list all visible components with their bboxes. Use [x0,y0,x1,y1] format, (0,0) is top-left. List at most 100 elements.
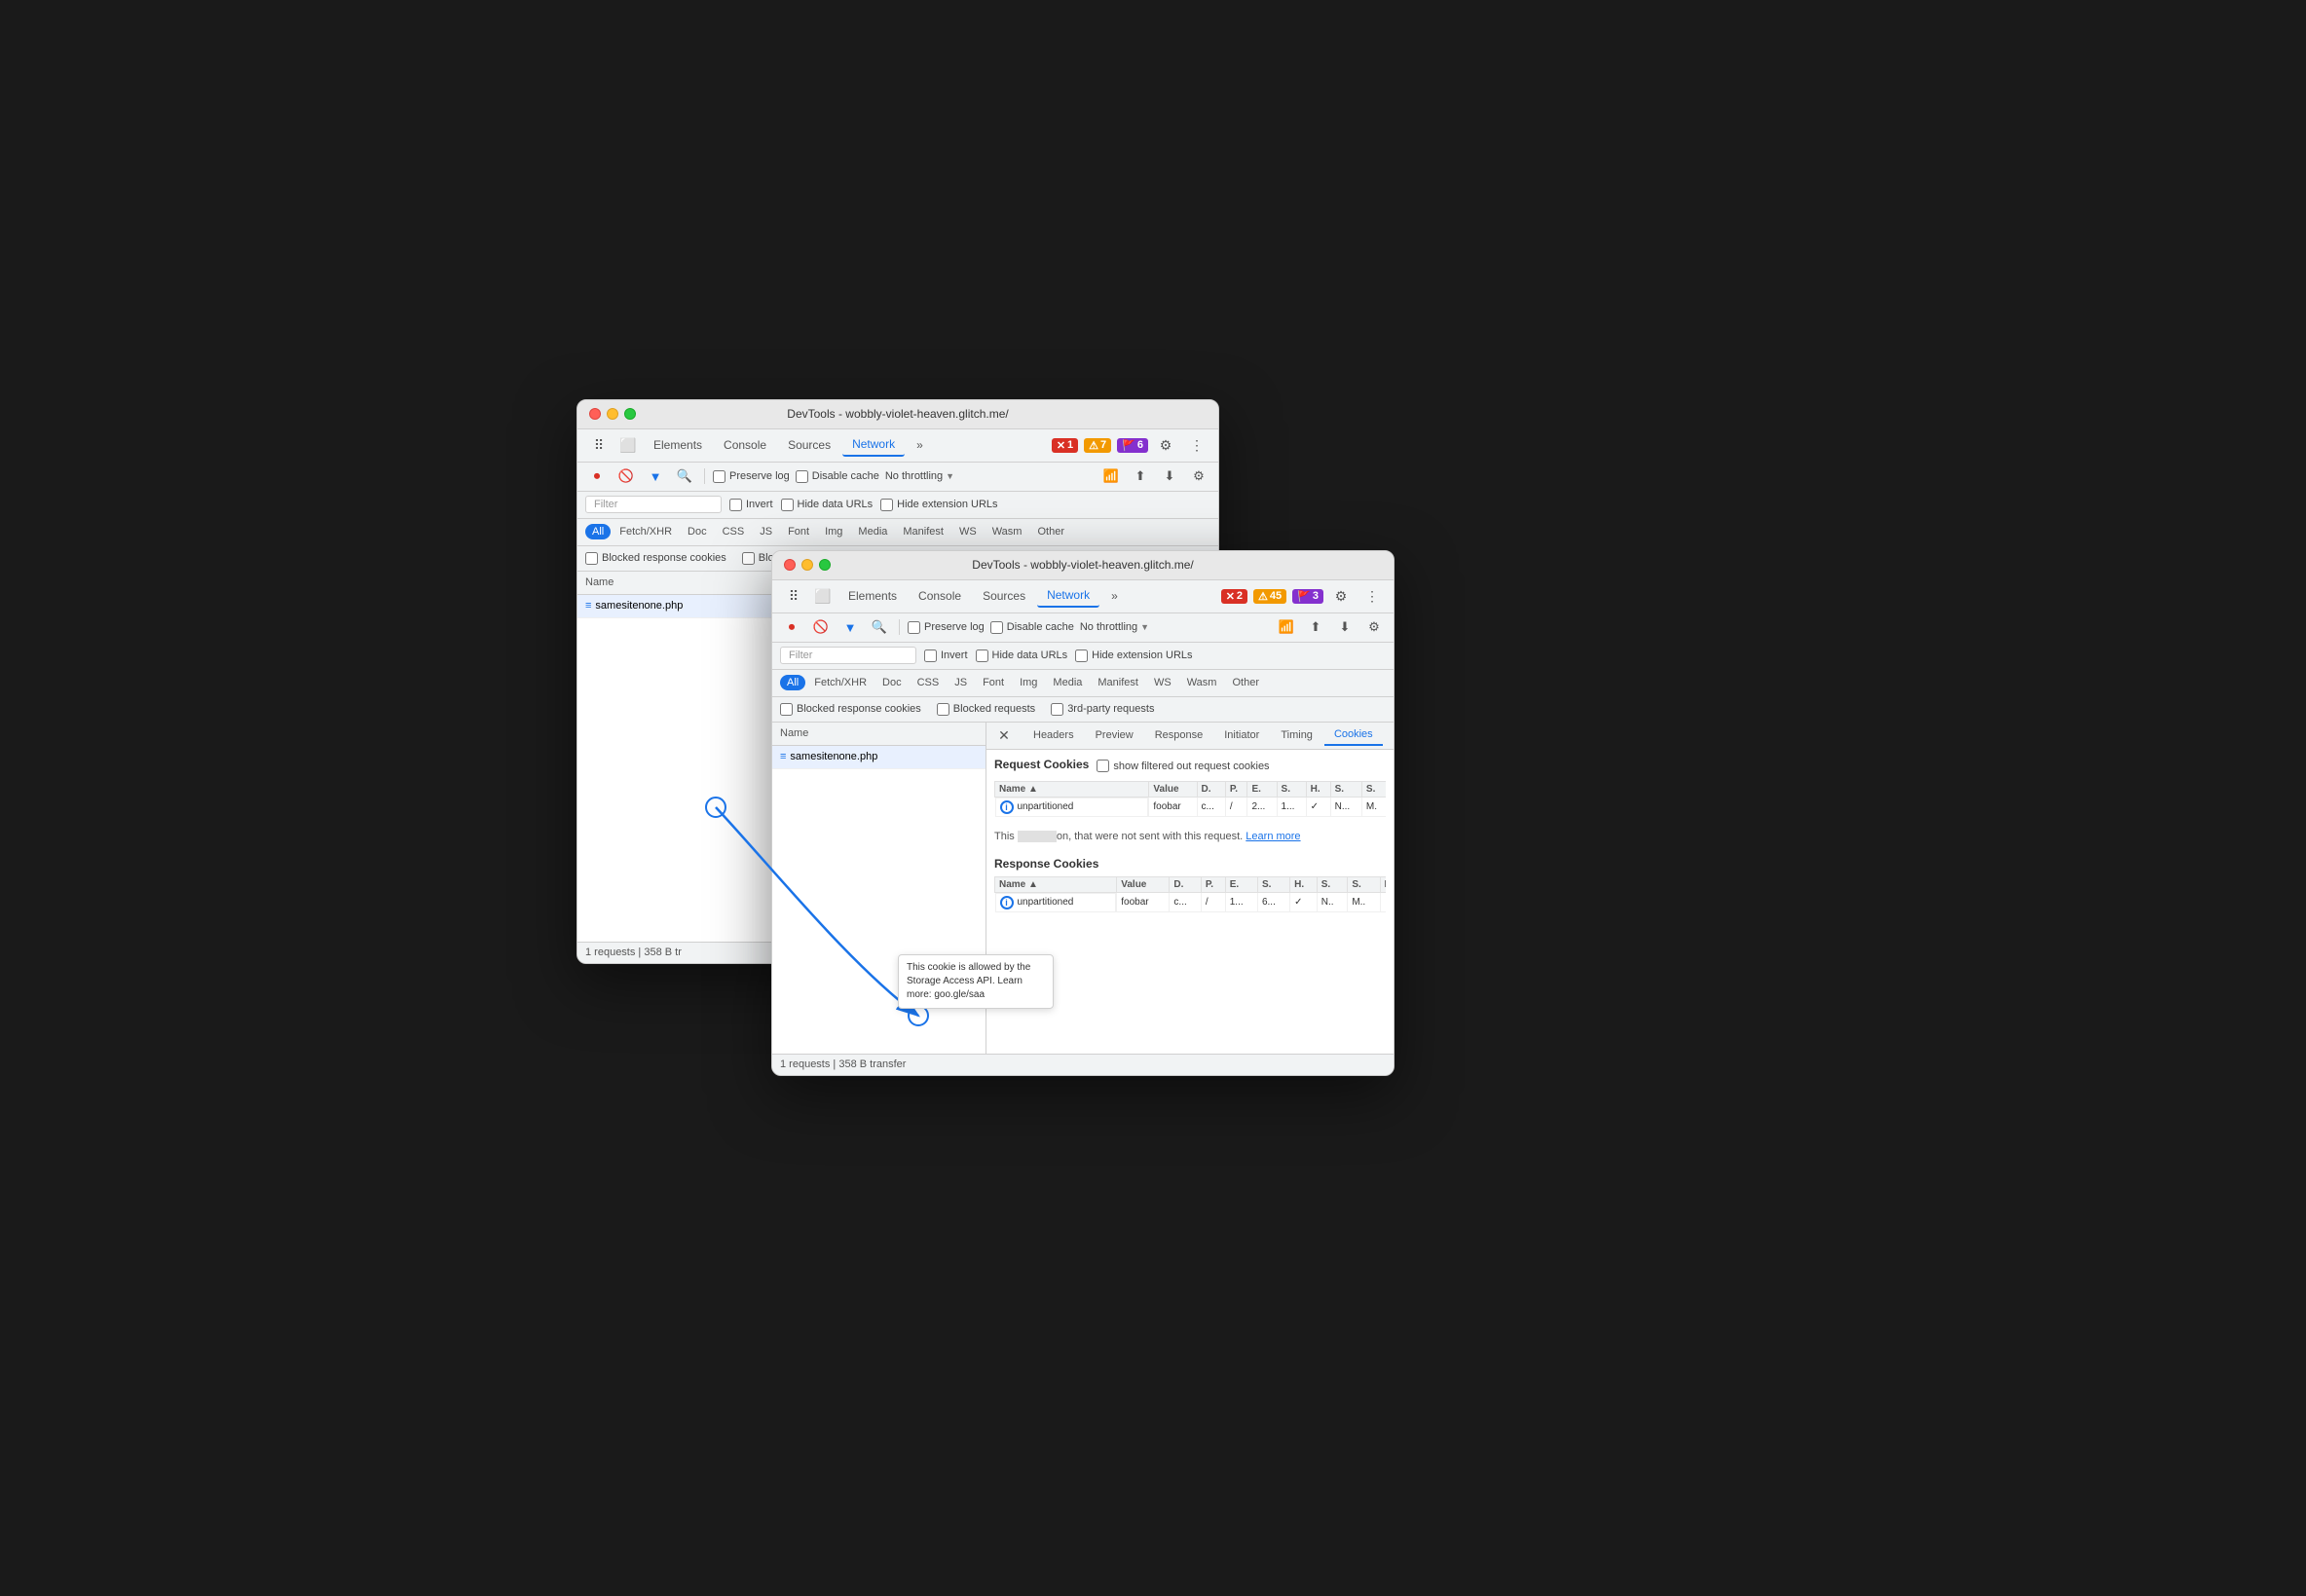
info-circle-icon[interactable]: i [1000,800,1014,814]
preserve-log-checkbox[interactable]: Preserve log [713,470,790,483]
front-tab-network[interactable]: Network [1037,584,1099,608]
res-btn-js[interactable]: JS [753,524,779,539]
front-throttle-select[interactable]: No throttling ▼ [1080,621,1149,633]
res-btn-doc[interactable]: Doc [681,524,714,539]
front-filter-icon[interactable]: ▼ [838,615,862,639]
front-tab-sources[interactable]: Sources [973,585,1035,607]
front-tab-preview[interactable]: Preview [1086,725,1143,745]
res-btn-manifest[interactable]: Manifest [896,524,950,539]
front-tab-headers[interactable]: Headers [1023,725,1084,745]
front-disable-cache-input[interactable] [990,621,1003,634]
more-icon[interactable]: ⋮ [1183,432,1210,458]
front-upload-icon[interactable]: ⬆ [1304,615,1327,639]
resp-info-icon[interactable]: i [1000,896,1014,909]
search-icon[interactable]: 🔍 [673,464,696,488]
front-more-icon[interactable]: ⋮ [1358,583,1386,609]
front-res-btn-ws[interactable]: WS [1147,675,1178,690]
front-res-btn-media[interactable]: Media [1046,675,1089,690]
clear-button[interactable]: 🚫 [614,464,638,488]
front-tab-console[interactable]: Console [909,585,971,607]
devtools-icon[interactable]: ⠿ [585,432,613,458]
front-tab-initiator[interactable]: Initiator [1214,725,1269,745]
record-button[interactable]: ⏺ [585,464,609,488]
device-icon[interactable]: ⬜ [614,432,642,458]
front-res-btn-img[interactable]: Img [1013,675,1044,690]
throttle-select[interactable]: No throttling ▼ [885,470,954,482]
front-clear-button[interactable]: 🚫 [809,615,833,639]
res-btn-all[interactable]: All [585,524,611,539]
res-btn-ws[interactable]: WS [952,524,984,539]
res-btn-font[interactable]: Font [781,524,816,539]
front-tab-timing[interactable]: Timing [1271,725,1322,745]
disable-cache-input[interactable] [796,470,808,483]
front-preserve-log-checkbox[interactable]: Preserve log [908,621,985,634]
learn-more-link[interactable]: Learn more [1246,831,1300,842]
front-res-btn-manifest[interactable]: Manifest [1091,675,1145,690]
front-res-btn-all[interactable]: All [780,675,805,690]
tab-more[interactable]: » [907,434,933,456]
front-search-icon[interactable]: 🔍 [868,615,891,639]
front-wifi-icon[interactable]: 📶 [1275,615,1298,639]
front-settings-icon[interactable]: ⚙ [1327,583,1355,609]
front-filter-input[interactable] [780,647,916,664]
front-res-btn-wasm[interactable]: Wasm [1180,675,1224,690]
network-settings-icon[interactable]: ⚙ [1187,464,1210,488]
front-disable-cache-checkbox[interactable]: Disable cache [990,621,1074,634]
filter-icon[interactable]: ▼ [644,464,667,488]
front-preserve-log-input[interactable] [908,621,920,634]
front-devtools-icon[interactable]: ⠿ [780,583,807,609]
res-btn-fetchxhr[interactable]: Fetch/XHR [613,524,679,539]
show-filtered-checkbox[interactable]: show filtered out request cookies [1097,760,1269,772]
front-tab-more[interactable]: » [1101,585,1128,607]
res-btn-css[interactable]: CSS [716,524,752,539]
front-res-btn-fetchxhr[interactable]: Fetch/XHR [807,675,874,690]
preserve-log-input[interactable] [713,470,725,483]
tab-console[interactable]: Console [714,434,776,456]
download-icon[interactable]: ⬇ [1158,464,1181,488]
front-list-item[interactable]: ≡ samesitenone.php [772,746,986,769]
blocked-cookies-checkbox[interactable]: Blocked response cookies [585,552,726,565]
tab-network[interactable]: Network [842,433,905,457]
hide-extension-urls-checkbox[interactable]: Hide extension URLs [880,499,997,511]
front-res-btn-other[interactable]: Other [1225,675,1266,690]
front-third-party-requests-checkbox[interactable]: 3rd-party requests [1051,703,1154,716]
front-tab-cookies[interactable]: Cookies [1324,724,1383,746]
front-maximize-button[interactable] [819,559,831,571]
res-btn-other[interactable]: Other [1030,524,1071,539]
front-tab-elements[interactable]: Elements [838,585,907,607]
front-close-button[interactable] [784,559,796,571]
front-minimize-button[interactable] [801,559,813,571]
front-res-btn-doc[interactable]: Doc [875,675,909,690]
wifi-icon[interactable]: 📶 [1099,464,1123,488]
front-blocked-cookies-checkbox[interactable]: Blocked response cookies [780,703,921,716]
front-invert-checkbox[interactable]: Invert [924,650,968,662]
filter-input[interactable] [585,496,722,513]
front-res-btn-js[interactable]: JS [948,675,974,690]
upload-icon[interactable]: ⬆ [1129,464,1152,488]
front-download-icon[interactable]: ⬇ [1333,615,1357,639]
res-btn-wasm[interactable]: Wasm [986,524,1029,539]
res-btn-img[interactable]: Img [818,524,849,539]
front-res-btn-font[interactable]: Font [976,675,1011,690]
front-tab-response[interactable]: Response [1145,725,1213,745]
front-hide-extension-urls-checkbox[interactable]: Hide extension URLs [1075,650,1192,662]
front-device-icon[interactable]: ⬜ [809,583,837,609]
front-response-cookie-row[interactable]: i unpartitioned foobar c... / 1... 6... [995,892,1387,912]
tab-elements[interactable]: Elements [644,434,712,456]
res-btn-media[interactable]: Media [851,524,894,539]
front-cookie-row-unpartitioned[interactable]: i unpartitioned foobar c... / 2... 1... [995,797,1387,817]
front-record-button[interactable]: ⏺ [780,615,803,639]
maximize-button[interactable] [624,408,636,420]
close-button[interactable] [589,408,601,420]
invert-checkbox[interactable]: Invert [729,499,773,511]
minimize-button[interactable] [607,408,618,420]
front-close-detail-button[interactable]: ✕ [994,725,1014,745]
front-res-btn-css[interactable]: CSS [911,675,947,690]
front-hide-data-urls-checkbox[interactable]: Hide data URLs [976,650,1068,662]
settings-icon[interactable]: ⚙ [1152,432,1179,458]
disable-cache-checkbox[interactable]: Disable cache [796,470,879,483]
front-network-settings-icon[interactable]: ⚙ [1362,615,1386,639]
tab-sources[interactable]: Sources [778,434,840,456]
hide-data-urls-checkbox[interactable]: Hide data URLs [781,499,874,511]
front-blocked-requests-checkbox[interactable]: Blocked requests [937,703,1035,716]
